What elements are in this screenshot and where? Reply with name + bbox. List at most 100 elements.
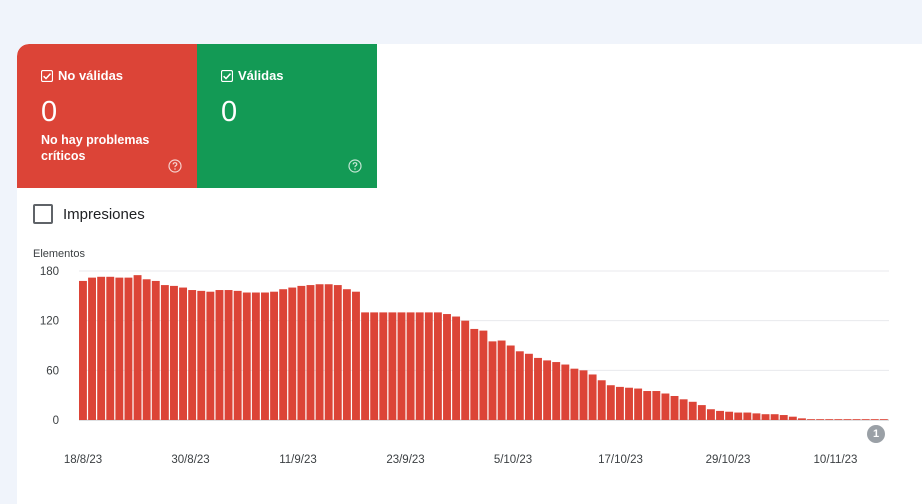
bar[interactable] (716, 410, 724, 420)
bar[interactable] (652, 391, 661, 420)
bar[interactable] (488, 341, 497, 420)
bar[interactable] (197, 290, 206, 420)
bar[interactable] (288, 287, 297, 420)
bar[interactable] (142, 279, 151, 420)
bar[interactable] (643, 391, 652, 420)
bar[interactable] (543, 360, 552, 420)
bar[interactable] (215, 290, 224, 420)
bar[interactable] (160, 285, 169, 420)
bar[interactable] (834, 419, 843, 420)
x-tick-label: 17/10/23 (598, 454, 643, 466)
bar[interactable] (879, 419, 888, 420)
bar[interactable] (661, 393, 670, 420)
bar[interactable] (415, 312, 424, 420)
bar[interactable] (615, 386, 624, 420)
bar[interactable] (761, 414, 770, 420)
bar[interactable] (443, 314, 451, 420)
bar[interactable] (206, 291, 215, 420)
bar[interactable] (388, 312, 397, 420)
bar[interactable] (88, 277, 97, 420)
bar[interactable] (333, 285, 342, 420)
bar[interactable] (797, 418, 806, 420)
bar[interactable] (697, 405, 706, 420)
bar[interactable] (725, 411, 734, 420)
bar[interactable] (688, 401, 697, 420)
x-tick-label: 30/8/23 (171, 454, 209, 466)
bar[interactable] (97, 276, 106, 420)
x-tick-label: 10/11/23 (814, 454, 858, 466)
bar[interactable] (115, 277, 124, 420)
bar[interactable] (397, 312, 406, 420)
bar[interactable] (270, 291, 279, 420)
bar[interactable] (79, 280, 87, 420)
bar[interactable] (315, 284, 324, 420)
bar[interactable] (570, 368, 579, 420)
bar[interactable] (251, 292, 260, 420)
bar[interactable] (779, 415, 788, 420)
bar[interactable] (497, 340, 506, 420)
bar[interactable] (843, 419, 852, 420)
bar[interactable] (324, 284, 333, 420)
bar[interactable] (370, 312, 379, 420)
bar[interactable] (124, 277, 133, 420)
bar[interactable] (188, 290, 197, 420)
bar[interactable] (524, 353, 533, 420)
bar[interactable] (424, 312, 433, 420)
bar[interactable] (133, 275, 142, 420)
bar[interactable] (306, 285, 315, 420)
bar-chart: 180 120 60 0 18/8/23 30/8/23 11/9/23 23/9/23 5/1… (40, 266, 889, 466)
bar[interactable] (406, 312, 415, 420)
bar[interactable] (279, 289, 288, 420)
bar[interactable] (233, 290, 242, 420)
bar[interactable] (579, 370, 588, 420)
bar[interactable] (734, 412, 743, 420)
bar[interactable] (606, 385, 615, 420)
bar[interactable] (634, 388, 643, 420)
bar[interactable] (242, 292, 251, 420)
x-tick-label: 5/10/23 (494, 454, 532, 466)
bar[interactable] (861, 419, 870, 420)
bar[interactable] (770, 414, 779, 420)
bar[interactable] (534, 357, 542, 420)
bar[interactable] (870, 419, 879, 420)
bar[interactable] (224, 290, 233, 420)
bar[interactable] (352, 291, 360, 420)
bar[interactable] (670, 395, 679, 420)
bar[interactable] (852, 419, 861, 420)
bar[interactable] (706, 409, 715, 420)
bar[interactable] (433, 312, 442, 420)
bar[interactable] (752, 413, 761, 420)
bar[interactable] (807, 419, 815, 420)
bar[interactable] (151, 280, 160, 420)
bar[interactable] (479, 330, 488, 420)
y-tick-label: 0 (53, 415, 59, 427)
bar[interactable] (597, 380, 606, 420)
bar[interactable] (106, 276, 115, 420)
bar[interactable] (515, 351, 524, 420)
bar[interactable] (297, 285, 306, 420)
bar[interactable] (361, 312, 370, 420)
bar[interactable] (261, 292, 269, 420)
bar[interactable] (461, 320, 470, 420)
bar[interactable] (561, 364, 570, 420)
bar[interactable] (179, 287, 188, 420)
bar[interactable] (825, 419, 834, 420)
bar[interactable] (679, 399, 688, 420)
x-tick-label: 29/10/23 (706, 454, 751, 466)
bar[interactable] (452, 316, 461, 420)
bar[interactable] (816, 419, 825, 420)
bar[interactable] (788, 416, 797, 420)
bar[interactable] (625, 387, 633, 420)
y-tick-label: 180 (40, 266, 59, 278)
bar[interactable] (552, 362, 561, 420)
bar[interactable] (588, 374, 597, 420)
bar[interactable] (379, 312, 388, 420)
bar[interactable] (170, 285, 178, 420)
annotation-badge[interactable]: 1 (867, 425, 885, 443)
bar[interactable] (506, 345, 515, 421)
status-card: No válidas 0 No hay problemas críticos V… (17, 44, 922, 504)
y-tick-label: 60 (46, 365, 59, 377)
bar[interactable] (743, 412, 752, 420)
bar[interactable] (470, 328, 479, 420)
bar[interactable] (342, 289, 351, 420)
